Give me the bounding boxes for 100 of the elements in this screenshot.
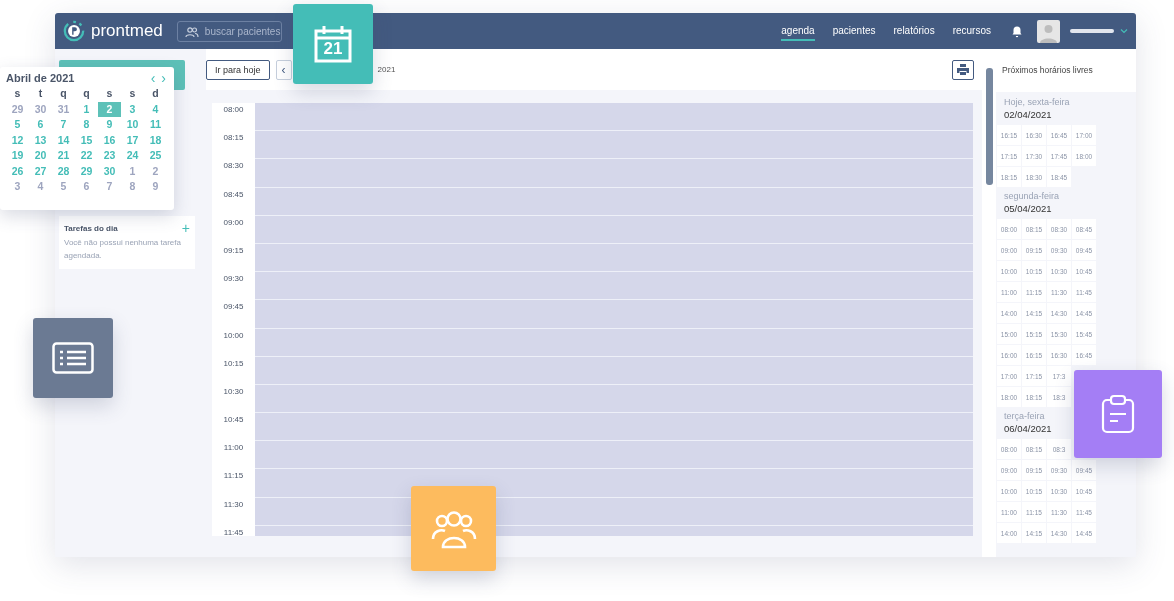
time-label: 11:00 <box>222 442 245 455</box>
calendar-day[interactable]: 21 <box>52 148 75 164</box>
list-icon <box>52 342 94 374</box>
calendar-day[interactable]: 26 <box>6 163 29 179</box>
calendar-day[interactable]: 16 <box>98 132 121 148</box>
calendar-day[interactable]: 20 <box>29 148 52 164</box>
calendar-day[interactable]: 2 <box>98 101 121 117</box>
time-label: 08:30 <box>222 160 245 173</box>
avatar-icon[interactable] <box>1037 19 1060 43</box>
day-label: terça-feira <box>1003 411 1046 421</box>
calendar-day[interactable]: 3 <box>121 101 144 117</box>
day-date: 06/04/2021 <box>1003 423 1053 434</box>
calendar-day[interactable]: 10 <box>121 117 144 133</box>
add-task-button[interactable]: + <box>181 223 190 233</box>
calendar-day[interactable]: 25 <box>144 148 167 164</box>
time-slot[interactable] <box>255 103 973 132</box>
calendar-day[interactable]: 30 <box>29 101 52 117</box>
weekday-label: q <box>59 86 68 101</box>
time-slot[interactable] <box>255 215 973 244</box>
calendar-day[interactable]: 11 <box>144 117 167 133</box>
calendar-day[interactable]: 6 <box>75 179 98 195</box>
time-label: 08:00 <box>222 104 245 116</box>
time-slot[interactable] <box>255 469 973 498</box>
calendar-day[interactable]: 27 <box>29 163 52 179</box>
calendar-icon <box>313 24 353 64</box>
calendar-day[interactable]: 14 <box>52 132 75 148</box>
calendar-day[interactable]: 9 <box>144 179 167 195</box>
calendar-day[interactable]: 3 <box>6 179 29 195</box>
logo-icon <box>63 20 85 42</box>
calendar-day[interactable]: 5 <box>52 179 75 195</box>
time-slot[interactable] <box>255 272 973 301</box>
calendar-day[interactable]: 15 <box>75 132 98 148</box>
calendar-day[interactable]: 13 <box>29 132 52 148</box>
day-label: segunda-feira <box>1003 191 1061 201</box>
nav-tab[interactable]: pacientes <box>832 21 876 41</box>
time-slot[interactable] <box>255 187 973 216</box>
calendar-day[interactable]: 31 <box>52 101 75 117</box>
previous-month-button[interactable]: ‹ <box>148 72 158 84</box>
calendar-day-number: 21 <box>322 39 344 59</box>
calendar-day[interactable]: 8 <box>121 179 144 195</box>
time-slot[interactable] <box>255 300 973 329</box>
caret-icon[interactable] <box>1120 28 1128 34</box>
time-label: 11:45 <box>222 526 245 536</box>
panel-title: Próximos horários livres <box>1001 64 1094 77</box>
print-button[interactable] <box>952 59 974 80</box>
weekday-label: s <box>13 86 22 101</box>
calendar-day[interactable]: 5 <box>6 117 29 133</box>
scrollbar-thumb[interactable] <box>985 68 993 185</box>
calendar-day[interactable]: 29 <box>6 101 29 117</box>
calendar-day[interactable]: 1 <box>121 163 144 179</box>
time-label: 08:45 <box>222 188 245 201</box>
search-field[interactable]: buscar pacientes <box>176 20 282 42</box>
time-slot[interactable] <box>255 243 973 273</box>
time-slot[interactable] <box>255 413 973 442</box>
day-label: Hoje, sexta-feira <box>1003 97 1071 107</box>
time-slot[interactable] <box>255 441 973 470</box>
bell-icon[interactable] <box>1011 24 1023 38</box>
nav-tab[interactable]: relatórios <box>893 21 935 41</box>
time-label: 10:15 <box>222 357 245 370</box>
calendar-day[interactable]: 4 <box>29 179 52 195</box>
date-label: 2021 <box>377 65 396 74</box>
calendar-day[interactable]: 7 <box>98 179 121 195</box>
calendar-day[interactable]: 4 <box>144 101 167 117</box>
time-slot[interactable] <box>255 356 973 385</box>
calendar-day[interactable]: 1 <box>75 101 98 117</box>
time-label: 09:00 <box>222 216 245 229</box>
calendar-day[interactable]: 17 <box>121 132 144 148</box>
time-slot[interactable] <box>255 159 973 188</box>
today-button[interactable]: Ir para hoje <box>206 59 270 80</box>
calendar-day[interactable]: 8 <box>75 117 98 133</box>
tasks-title: Tarefas do dia <box>64 223 118 233</box>
calendar-day[interactable]: 18 <box>144 132 167 148</box>
time-slot[interactable] <box>255 131 973 160</box>
calendar-day[interactable]: 9 <box>98 117 121 133</box>
weekday-label: q <box>82 86 91 101</box>
time-label: 11:30 <box>222 498 245 511</box>
calendar-day[interactable]: 6 <box>29 117 52 133</box>
time-label: 09:45 <box>222 301 245 314</box>
next-month-button[interactable]: › <box>159 72 168 84</box>
time-label: 09:30 <box>222 273 245 286</box>
calendar-day[interactable]: 2 <box>144 163 167 179</box>
time-slot[interactable] <box>255 328 973 357</box>
calendar-day[interactable]: 29 <box>75 163 98 179</box>
time-slot[interactable] <box>255 384 973 414</box>
calendar-day[interactable]: 19 <box>6 148 29 164</box>
calendar-day[interactable]: 28 <box>52 163 75 179</box>
calendar-day[interactable]: 12 <box>6 132 29 148</box>
weekday-label: d <box>151 86 160 101</box>
people-icon <box>184 25 199 38</box>
calendar-day[interactable]: 7 <box>52 117 75 133</box>
calendar-day[interactable]: 30 <box>98 163 121 179</box>
calendar-day[interactable]: 23 <box>98 148 121 164</box>
day-date: 02/04/2021 <box>1003 109 1053 120</box>
previous-button[interactable]: ‹ <box>275 59 292 80</box>
nav-tab[interactable]: agenda <box>781 21 815 41</box>
time-label: 08:15 <box>222 132 245 145</box>
time-label: 10:00 <box>222 329 245 342</box>
calendar-day[interactable]: 24 <box>121 148 144 164</box>
nav-tab[interactable]: recursos <box>952 21 991 41</box>
calendar-day[interactable]: 22 <box>75 148 98 164</box>
